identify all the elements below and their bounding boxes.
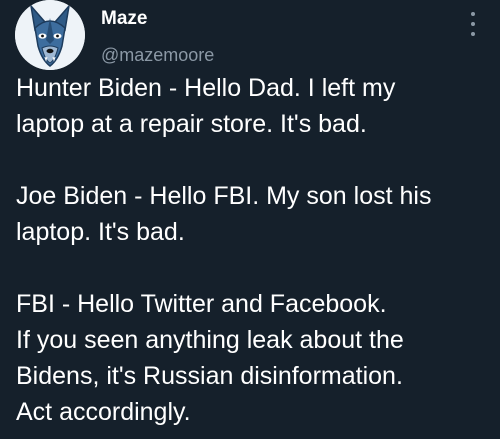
more-vertical-icon: [471, 12, 475, 16]
username[interactable]: @mazemoore: [101, 44, 214, 66]
tweet-card: Maze @mazemoore Hunter Biden - Hello Dad…: [0, 0, 500, 439]
tweet-line: Hunter Biden - Hello Dad. I left my: [16, 74, 396, 102]
tweet-line: Joe Biden - Hello FBI. My son lost his: [16, 182, 432, 210]
tweet-line: laptop. It's bad.: [16, 218, 185, 246]
more-options-button[interactable]: [466, 10, 480, 38]
tweet-header: Maze @mazemoore: [101, 8, 214, 66]
tweet-line: Act accordingly.: [16, 398, 191, 426]
avatar[interactable]: [15, 0, 85, 70]
tweet-paragraph: Joe Biden - Hello FBI. My son lost his l…: [16, 178, 486, 250]
tweet-paragraph: Hunter Biden - Hello Dad. I left my lapt…: [16, 70, 486, 142]
tweet-line: If you seen anything leak about the: [16, 326, 404, 354]
more-vertical-icon-dot-3: [471, 32, 475, 36]
tweet-text: Hunter Biden - Hello Dad. I left my lapt…: [16, 70, 486, 430]
doberman-dog-icon: [15, 0, 85, 70]
tweet-paragraph: FBI - Hello Twitter and Facebook. If you…: [16, 286, 486, 430]
tweet-line: Bidens, it's Russian disinformation.: [16, 362, 403, 390]
tweet-line: laptop at a repair store. It's bad.: [16, 110, 367, 138]
more-vertical-icon-dot-2: [471, 22, 475, 26]
tweet-line: FBI - Hello Twitter and Facebook.: [16, 290, 387, 318]
display-name[interactable]: Maze: [101, 8, 214, 32]
